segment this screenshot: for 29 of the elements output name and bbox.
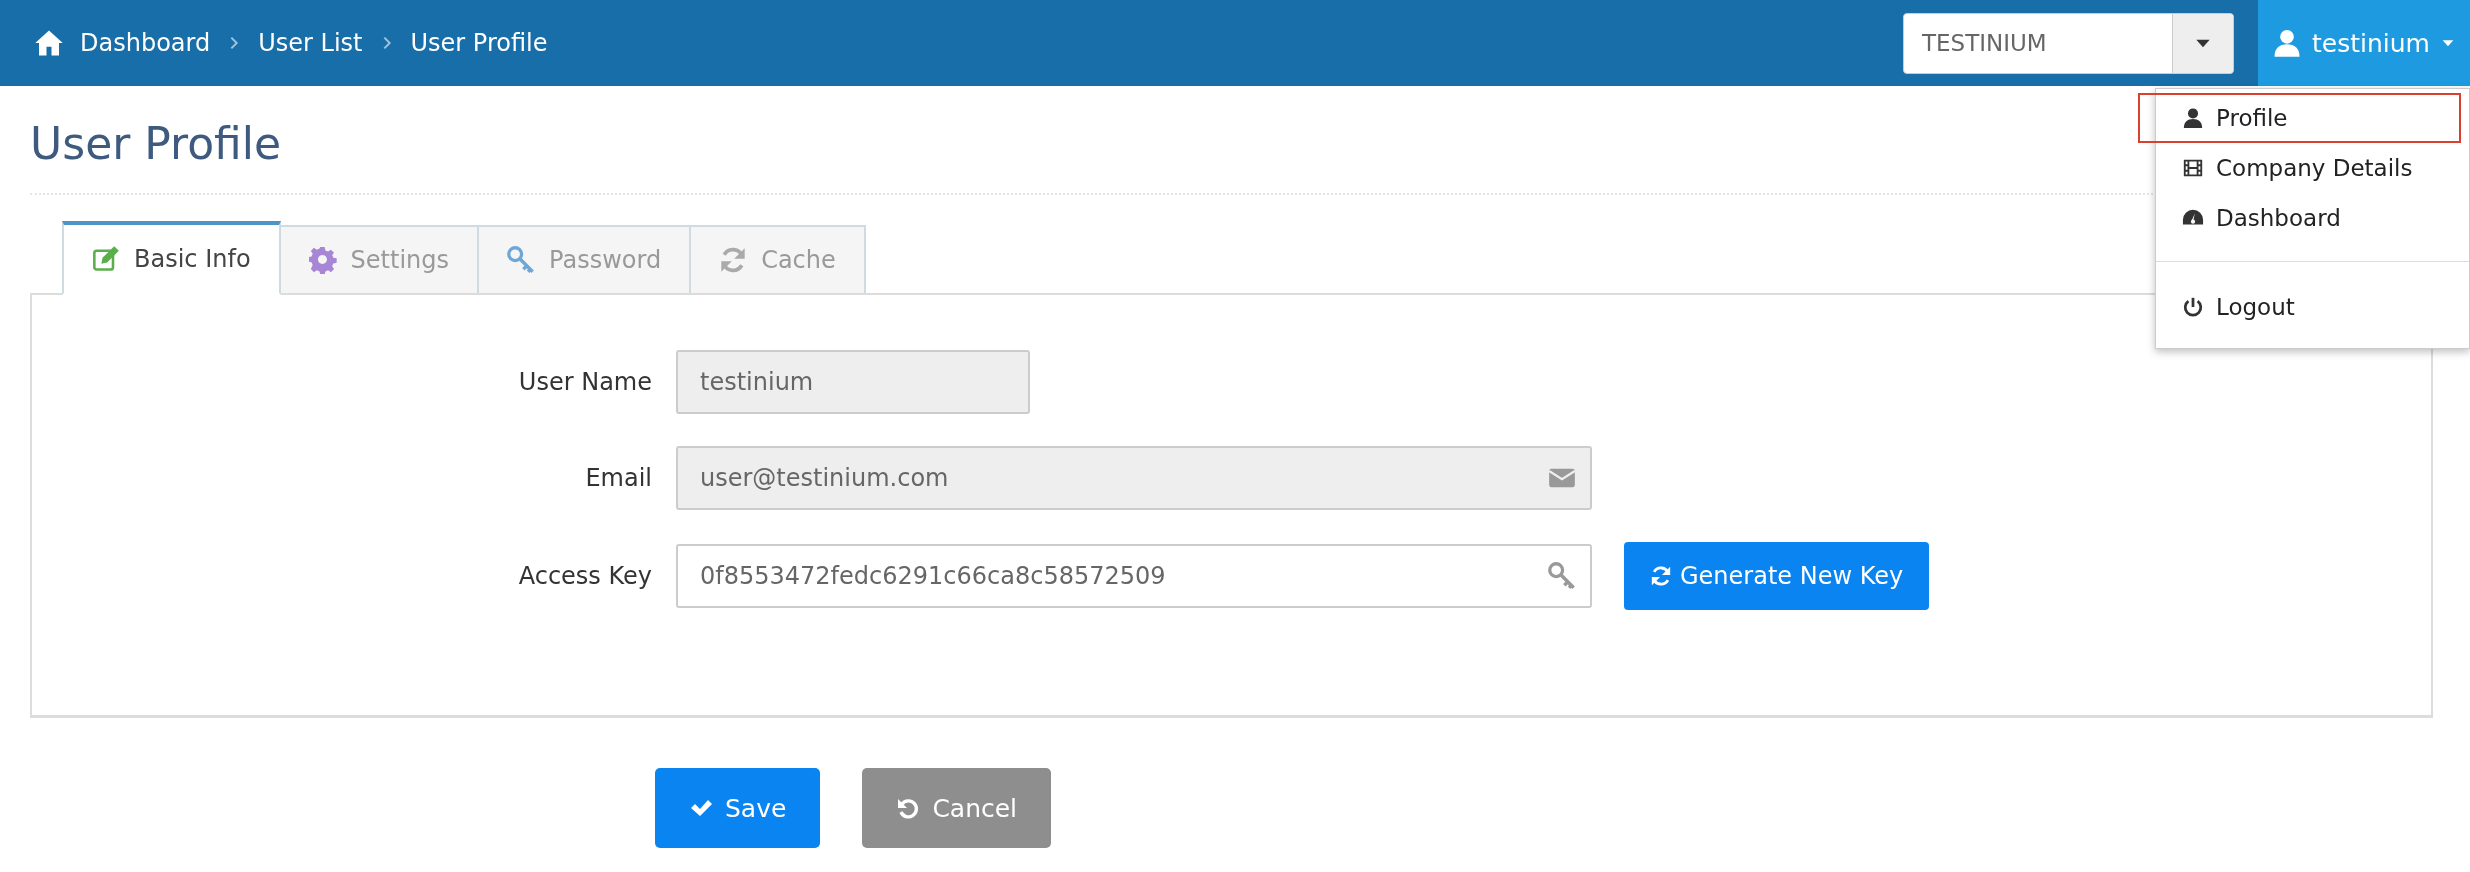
menu-item[interactable]: Logout <box>2138 282 2461 332</box>
film-icon <box>2182 157 2204 179</box>
generate-key-button[interactable]: Generate New Key <box>1624 542 1930 610</box>
key-icon <box>1548 562 1576 590</box>
user-menu-button[interactable]: testinium <box>2258 0 2470 86</box>
field-label: Email <box>584 464 652 492</box>
input-field[interactable]: 0f8553472fedc6291c66ca8c58572509 <box>676 544 1592 608</box>
breadcrumb-link[interactable]: User List <box>258 29 363 57</box>
home-icon <box>34 28 64 58</box>
refresh-icon <box>1650 565 1672 587</box>
breadcrumb-current[interactable]: User Profile <box>410 29 548 57</box>
save-button[interactable]: Save <box>655 768 821 848</box>
field-label: Access Key <box>517 562 652 590</box>
menu-item[interactable]: Profile <box>2138 93 2461 143</box>
gear-icon <box>308 246 337 274</box>
menu-item[interactable]: Company Details <box>2138 143 2461 193</box>
company-select[interactable]: TESTINIUM <box>1903 12 2234 74</box>
key-icon <box>507 246 536 274</box>
user-icon <box>2182 107 2204 129</box>
refresh-icon <box>719 246 748 274</box>
undo-icon <box>896 796 921 820</box>
tab[interactable]: Basic Info <box>62 221 281 295</box>
user-icon <box>2272 28 2302 58</box>
cancel-button[interactable]: Cancel <box>862 768 1052 848</box>
menu-item[interactable]: Dashboard <box>2138 193 2461 243</box>
edit-icon <box>92 245 120 273</box>
power-icon <box>2182 296 2204 318</box>
breadcrumb-link[interactable]: Dashboard <box>34 28 211 58</box>
field-label: User Name <box>517 368 652 396</box>
